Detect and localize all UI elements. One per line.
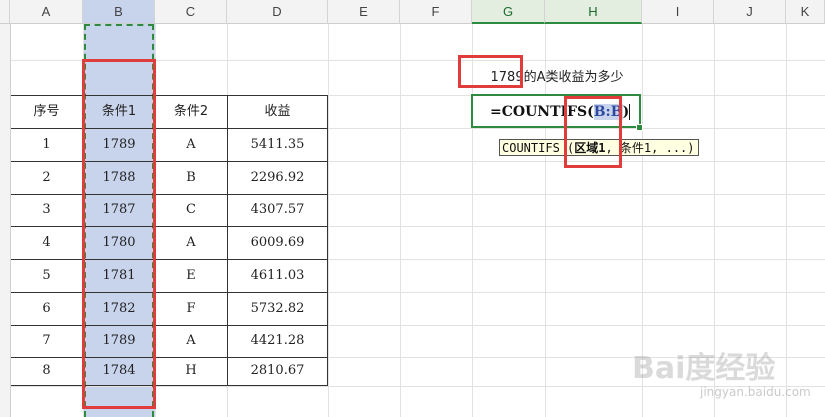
column-header-f[interactable]: F (400, 0, 472, 24)
highlight-box-formula (564, 96, 622, 168)
table-cell[interactable]: 5 (10, 259, 83, 292)
table-cell[interactable]: 4421.28 (227, 325, 328, 357)
table-cell[interactable]: A (155, 128, 227, 161)
table-cell[interactable]: A (155, 226, 227, 259)
table-header-cell: 条件2 (173, 104, 209, 119)
table-cell[interactable]: 6009.69 (227, 226, 328, 259)
watermark-logo: Bai度经验 (632, 351, 776, 386)
table-cell[interactable]: 7 (10, 325, 83, 357)
table-cell[interactable]: 5732.82 (227, 292, 328, 325)
corner-select-all[interactable] (0, 0, 10, 24)
table-cell[interactable]: 1 (10, 128, 83, 161)
column-header-d[interactable]: D (227, 0, 328, 24)
column-header-e[interactable]: E (328, 0, 400, 24)
table-cell[interactable]: 2296.92 (227, 161, 328, 194)
column-header-j[interactable]: J (714, 0, 786, 24)
formula-suffix: ) (622, 104, 630, 120)
data-table: 序号 条件1 条件2 收益 1 1789 A 5411.35 2 1788 B 2296.92… (10, 95, 328, 385)
table-cell[interactable]: 4 (10, 226, 83, 259)
text-cursor (629, 104, 631, 120)
table-cell[interactable]: 8 (10, 357, 83, 385)
table-cell[interactable]: 6 (10, 292, 83, 325)
table-cell[interactable]: B (155, 161, 227, 194)
column-header-k[interactable]: K (786, 0, 825, 24)
tooltip-function-name[interactable]: COUNTIFS (502, 141, 560, 155)
table-cell[interactable]: 3 (10, 194, 83, 226)
table-cell[interactable]: 4307.57 (227, 194, 328, 226)
column-header-c[interactable]: C (155, 0, 227, 24)
table-header-cell: 收益 (264, 104, 291, 119)
table-cell[interactable]: E (155, 259, 227, 292)
table-cell[interactable]: C (155, 194, 227, 226)
table-cell[interactable]: H (155, 357, 227, 385)
column-header-a[interactable]: A (10, 0, 83, 24)
table-header-cell: 序号 (33, 104, 60, 119)
table-cell[interactable]: 2810.67 (227, 357, 328, 385)
table-cell[interactable]: A (155, 325, 227, 357)
table-cell[interactable]: F (155, 292, 227, 325)
table-cell[interactable]: 5411.35 (227, 128, 328, 161)
watermark-url: jingyan.baidu.com (700, 385, 811, 399)
fill-handle[interactable] (636, 124, 643, 131)
highlight-box-question (458, 55, 523, 88)
highlight-box-column-b (82, 59, 156, 409)
row-header-strip[interactable] (0, 24, 11, 417)
column-header-g[interactable]: G (472, 0, 545, 24)
table-cell[interactable]: 2 (10, 161, 83, 194)
column-header-h[interactable]: H (545, 0, 642, 24)
column-header-i[interactable]: I (642, 0, 714, 24)
column-header-b[interactable]: B (83, 0, 155, 24)
table-cell[interactable]: 4611.03 (227, 259, 328, 292)
